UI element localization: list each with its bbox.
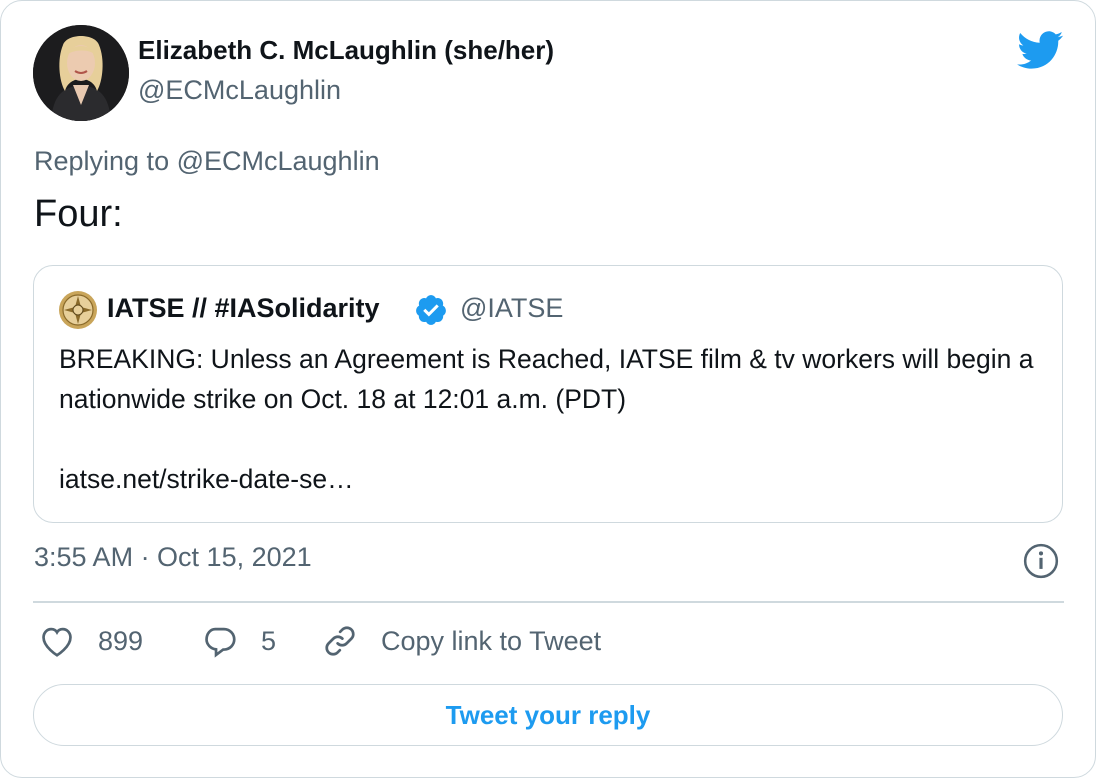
info-icon[interactable] [1022, 542, 1060, 580]
author-handle[interactable]: @ECMcLaughlin [138, 75, 341, 106]
tweet-text: Four: [34, 193, 123, 235]
reply-count: 5 [261, 625, 277, 656]
reply-count-button[interactable]: 5 [201, 619, 276, 663]
author-display-name[interactable]: Elizabeth C. McLaughlin (she/her) [138, 35, 554, 66]
quoted-tweet-body: BREAKING: Unless an Agreement is Reached… [59, 339, 1049, 499]
twitter-bird-icon[interactable] [1017, 31, 1064, 70]
tweet-timestamp[interactable]: 3:55 AM · Oct 15, 2021 [34, 542, 312, 573]
replying-to-label[interactable]: Replying to @ECMcLaughlin [34, 146, 380, 177]
quoted-tweet-text: BREAKING: Unless an Agreement is Reached… [59, 344, 1034, 414]
like-count: 899 [98, 625, 144, 656]
copy-link-button[interactable]: Copy link to Tweet [321, 619, 601, 663]
quoted-tweet-link[interactable]: iatse.net/strike-date-se… [59, 459, 1049, 499]
link-icon [325, 626, 355, 656]
quoted-tweet[interactable]: IATSE // #IASolidarity @IATSE BREAKING: … [33, 265, 1063, 523]
tweet-your-reply-button[interactable]: Tweet your reply [33, 684, 1063, 746]
quoted-handle: @IATSE [460, 293, 564, 323]
author-avatar[interactable] [33, 25, 129, 121]
copy-link-label: Copy link to Tweet [381, 625, 602, 656]
tweet-card: Elizabeth C. McLaughlin (she/her) @ECMcL… [0, 0, 1096, 778]
divider [33, 601, 1064, 603]
reply-bubble-icon [205, 627, 236, 658]
quoted-display-name: IATSE // #IASolidarity [107, 293, 380, 323]
verified-badge-icon [416, 295, 446, 325]
like-button[interactable]: 899 [38, 619, 143, 663]
heart-icon [42, 627, 72, 657]
iatse-logo-icon [59, 291, 97, 329]
